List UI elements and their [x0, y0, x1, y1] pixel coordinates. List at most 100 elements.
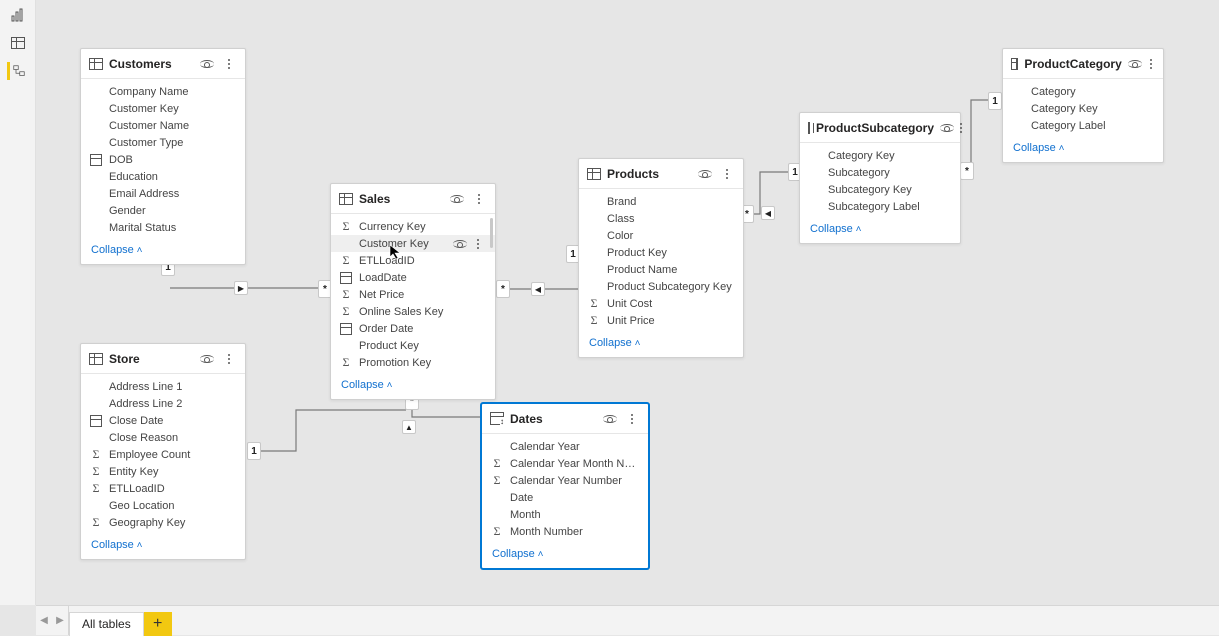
collapse-link[interactable]: Collapse — [91, 539, 142, 551]
field-row[interactable]: Close Reason — [81, 429, 245, 446]
visibility-icon[interactable] — [940, 120, 954, 136]
table-header[interactable]: Dates — [482, 404, 648, 434]
more-options-icon[interactable] — [221, 56, 237, 72]
table-store[interactable]: Store Address Line 1Address Line 2Close … — [80, 343, 246, 560]
sigma-icon: Σ — [339, 356, 353, 370]
model-canvas[interactable]: 1 ▶ * 1 ▲ * * ◀ 1 * ◀ 1 * 1 Customers Co… — [36, 0, 1219, 605]
field-row[interactable]: Month — [482, 506, 648, 523]
field-row[interactable]: ΣETLLoadID — [81, 480, 245, 497]
collapse-link[interactable]: Collapse — [589, 337, 640, 349]
more-options-icon[interactable] — [471, 191, 487, 207]
field-row[interactable]: Class — [579, 210, 743, 227]
visibility-icon[interactable] — [453, 237, 467, 251]
collapse-link[interactable]: Collapse — [341, 379, 392, 391]
field-row[interactable]: ΣEntity Key — [81, 463, 245, 480]
field-row[interactable]: Education — [81, 168, 245, 185]
field-row[interactable]: ΣCurrency Key — [331, 218, 495, 235]
field-row[interactable]: Email Address — [81, 185, 245, 202]
collapse-link[interactable]: Collapse — [492, 548, 543, 560]
table-customers[interactable]: Customers Company NameCustomer KeyCustom… — [80, 48, 246, 265]
field-row[interactable]: Customer Type — [81, 134, 245, 151]
add-layout-tab-button[interactable]: + — [144, 612, 172, 636]
more-options-icon[interactable] — [221, 351, 237, 367]
model-view-icon[interactable] — [7, 62, 25, 80]
field-label: Subcategory Label — [826, 201, 950, 213]
field-row[interactable]: Category Key — [800, 147, 960, 164]
more-options-icon[interactable] — [719, 166, 735, 182]
table-header[interactable]: Products — [579, 159, 743, 189]
field-row[interactable]: Product Subcategory Key — [579, 278, 743, 295]
table-productcategory[interactable]: ProductCategory CategoryCategory KeyCate… — [1002, 48, 1164, 163]
field-row[interactable]: ΣETLLoadID — [331, 252, 495, 269]
table-products[interactable]: Products BrandClassColorProduct KeyProdu… — [578, 158, 744, 358]
field-row[interactable]: Date — [482, 489, 648, 506]
field-row[interactable]: ΣEmployee Count — [81, 446, 245, 463]
field-row[interactable]: Geo Location — [81, 497, 245, 514]
table-header[interactable]: Store — [81, 344, 245, 374]
field-row[interactable]: Product Name — [579, 261, 743, 278]
field-row[interactable]: Calendar Year — [482, 438, 648, 455]
field-row[interactable]: Marital Status — [81, 219, 245, 236]
tab-all-tables[interactable]: All tables — [69, 612, 144, 636]
table-header[interactable]: Sales — [331, 184, 495, 214]
next-tab-button[interactable]: ▶ — [52, 606, 68, 636]
table-productsubcategory[interactable]: ProductSubcategory Category KeySubcatego… — [799, 112, 961, 244]
field-list: Category KeySubcategorySubcategory Key Su… — [800, 143, 960, 219]
field-row[interactable]: ΣUnit Cost — [579, 295, 743, 312]
field-row[interactable]: Address Line 1 — [81, 378, 245, 395]
field-row[interactable]: Customer Key — [81, 100, 245, 117]
field-row[interactable]: Category — [1003, 83, 1163, 100]
field-row[interactable]: Product Key — [331, 337, 495, 354]
table-dates[interactable]: Dates Calendar YearΣCalendar Year Month … — [481, 403, 649, 569]
field-row[interactable]: ΣCalendar Year Month Number — [482, 455, 648, 472]
field-row[interactable]: Subcategory Label — [800, 198, 960, 215]
field-row[interactable]: LoadDate — [331, 269, 495, 286]
table-header[interactable]: ProductSubcategory — [800, 113, 960, 143]
visibility-icon[interactable] — [1128, 56, 1142, 72]
more-options-icon[interactable] — [960, 120, 962, 136]
visibility-icon[interactable] — [449, 191, 465, 207]
field-row[interactable]: Subcategory Key — [800, 181, 960, 198]
field-row[interactable]: DOB — [81, 151, 245, 168]
field-row[interactable]: Color — [579, 227, 743, 244]
collapse-link[interactable]: Collapse — [1013, 142, 1064, 154]
scrollbar[interactable] — [490, 218, 493, 248]
field-row[interactable]: Gender — [81, 202, 245, 219]
table-header[interactable]: ProductCategory — [1003, 49, 1163, 79]
more-options-icon[interactable] — [624, 411, 640, 427]
visibility-icon[interactable] — [199, 351, 215, 367]
table-sales[interactable]: Sales ΣCurrency KeyCustomer KeyΣETLLoadI… — [330, 183, 496, 400]
field-row[interactable]: Address Line 2 — [81, 395, 245, 412]
field-row[interactable]: ΣUnit Price — [579, 312, 743, 329]
field-row[interactable]: ΣMonth Number — [482, 523, 648, 540]
blank-icon — [587, 212, 601, 226]
field-row[interactable]: Product Key — [579, 244, 743, 261]
field-row[interactable]: ΣPromotion Key — [331, 354, 495, 371]
visibility-icon[interactable] — [697, 166, 713, 182]
field-row[interactable]: ΣNet Price — [331, 286, 495, 303]
table-title: Customers — [109, 57, 193, 71]
more-options-icon[interactable] — [471, 237, 485, 251]
collapse-link[interactable]: Collapse — [810, 223, 861, 235]
field-row[interactable]: Category Label — [1003, 117, 1163, 134]
data-view-icon[interactable] — [9, 34, 27, 52]
field-row[interactable]: Category Key — [1003, 100, 1163, 117]
field-row[interactable]: ΣOnline Sales Key — [331, 303, 495, 320]
field-row[interactable]: Subcategory — [800, 164, 960, 181]
table-header[interactable]: Customers — [81, 49, 245, 79]
field-row[interactable]: ΣCalendar Year Number — [482, 472, 648, 489]
field-row[interactable]: Close Date — [81, 412, 245, 429]
prev-tab-button[interactable]: ◀ — [36, 606, 52, 636]
collapse-link[interactable]: Collapse — [91, 244, 142, 256]
visibility-icon[interactable] — [199, 56, 215, 72]
field-row[interactable]: Company Name — [81, 83, 245, 100]
visibility-icon[interactable] — [602, 411, 618, 427]
field-row[interactable]: Customer Name — [81, 117, 245, 134]
field-row[interactable]: Order Date — [331, 320, 495, 337]
field-label: Month — [508, 509, 638, 521]
more-options-icon[interactable] — [1148, 56, 1155, 72]
field-row[interactable]: Brand — [579, 193, 743, 210]
field-row[interactable]: ΣGeography Key — [81, 514, 245, 531]
report-view-icon[interactable] — [9, 6, 27, 24]
field-row[interactable]: Customer Key — [331, 235, 495, 252]
